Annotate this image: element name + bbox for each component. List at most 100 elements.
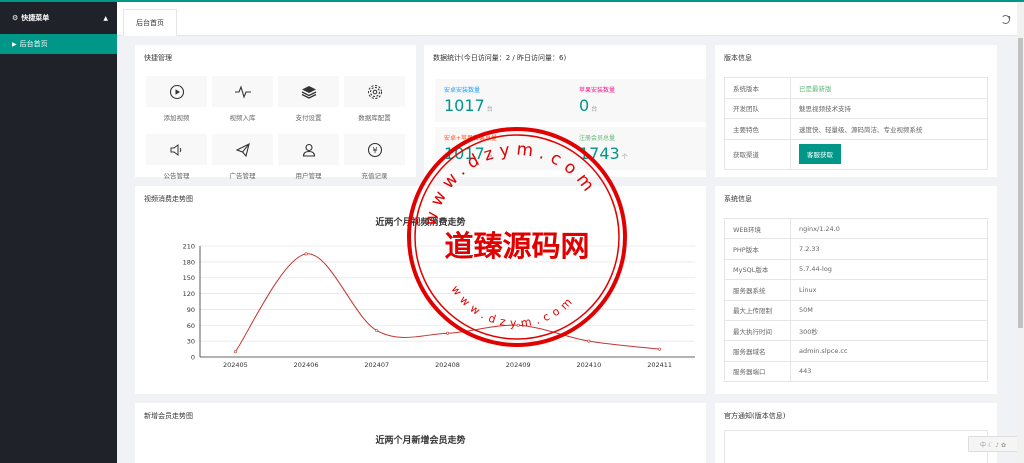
panel-title: 版本信息 xyxy=(724,54,752,62)
data-point xyxy=(658,347,662,351)
y-tick-label: 120 xyxy=(183,290,195,298)
gear-icon: ⚙ xyxy=(12,14,19,22)
chart-title: 近两个月新增会员走势 xyxy=(375,436,466,446)
series-line xyxy=(234,253,660,353)
y-tick-label: 60 xyxy=(187,322,195,330)
version-info-panel: 版本信息 系统版本 已是最新版 开发团队 魅思视频技术支持 主要特色 速度快、轻量级、… xyxy=(715,45,997,177)
stat-value: 1017 xyxy=(444,144,485,163)
stat-apple-installs: 苹果安装数量 0台 xyxy=(570,79,706,122)
panel-title: 数据统计(今日访问量：2 / 昨日访问量：6) xyxy=(433,54,567,62)
x-tick-label: 202407 xyxy=(364,361,389,369)
stat-unit: 台 xyxy=(486,106,493,113)
stat-value: 1743 xyxy=(579,144,620,163)
version-status: 已是最新版 xyxy=(790,77,988,99)
stat-android-installs: 安卓安装数量 1017 台 xyxy=(435,79,571,122)
table-row: 最大上传限制 50M xyxy=(724,299,988,321)
official-notice-panel: 官方通知(版本信息) xyxy=(715,403,997,463)
video-consumption-panel: 视频消费走势图 近两个月视频消费走势 0 30 60 90 120 150 180 210 20… xyxy=(135,186,706,394)
panel-title: 系统信息 xyxy=(724,195,752,203)
table-row: 主要特色 速度快、轻量级、源码简洁、专业视频系统 xyxy=(724,118,988,140)
version-table: 系统版本 已是最新版 开发团队 魅思视频技术支持 主要特色 速度快、轻量级、源码简洁、… xyxy=(724,77,988,170)
data-point xyxy=(516,323,520,327)
x-tick-label: 202408 xyxy=(435,361,460,369)
quick-item-users[interactable]: 用户管理 xyxy=(278,134,339,180)
tab-bar: 后台首页 xyxy=(117,2,1024,36)
stat-total-installs: 安卓+苹果安装总量 1017 台 xyxy=(435,127,571,170)
y-tick-label: 30 xyxy=(187,338,195,346)
quick-item-announcements[interactable]: 公告管理 xyxy=(146,134,207,180)
table-row: 最大执行时间 300秒 xyxy=(724,319,988,342)
x-tick-label: 202405 xyxy=(223,361,248,369)
x-tick-label: 202410 xyxy=(577,361,602,369)
quick-management-panel: 快捷管理 添加视频 视频入库 支付设置 数据库配置 公告管理 广告管理 用户管理 xyxy=(135,45,416,180)
data-stats-panel: 数据统计(今日访问量：2 / 昨日访问量：6) 安卓安装数量 1017 台 苹果安… xyxy=(424,45,706,177)
quick-item-add-video[interactable]: 添加视频 xyxy=(146,76,207,122)
table-row: 系统版本 已是最新版 xyxy=(724,77,988,99)
sidebar: ⚙ 快捷菜单 ▲ ▶ 后台首页 xyxy=(0,2,117,463)
sidebar-item-label: 后台首页 xyxy=(19,40,48,48)
y-tick-label: 0 xyxy=(191,354,195,362)
panel-title: 新增会员走势图 xyxy=(144,412,193,420)
stat-label: 苹果安装数量 xyxy=(579,87,616,94)
system-info-table: WEB环境 nginx/1.24.0 PHP版本 7.2.33 MySQL版本 5.7.4… xyxy=(724,217,988,383)
quick-item-ads[interactable]: 广告管理 xyxy=(212,134,273,180)
stat-registered-members: 注册会员总量 1743 个 xyxy=(570,127,706,170)
play-icon xyxy=(169,84,184,99)
speaker-icon xyxy=(170,143,181,156)
video-consumption-chart: 0 30 60 90 120 150 180 210 202405 202406 202407 202… xyxy=(183,243,695,369)
sidebar-header[interactable]: ⚙ 快捷菜单 ▲ xyxy=(0,2,117,34)
x-tick-label: 202409 xyxy=(506,361,531,369)
y-tick-label: 180 xyxy=(183,258,195,266)
x-tick-label: 202406 xyxy=(294,361,319,369)
table-row: 开发团队 魅思视频技术支持 xyxy=(724,97,988,119)
y-tick-label: 90 xyxy=(187,306,195,314)
stat-value: 0 xyxy=(579,96,590,115)
y-tick-label: 210 xyxy=(183,243,195,251)
svg-text:¥: ¥ xyxy=(372,146,377,155)
sidebar-menu-title: 快捷菜单 xyxy=(21,14,50,22)
data-point xyxy=(375,329,379,333)
table-row: 服务器系统 Linux xyxy=(724,279,988,301)
stat-unit: 台 xyxy=(486,154,493,161)
stat-value: 1017 xyxy=(444,96,485,115)
table-row: 服务器端口 443 xyxy=(724,360,988,383)
collapse-arrow-icon[interactable]: ▲ xyxy=(103,15,108,22)
data-point xyxy=(304,252,308,256)
stat-label: 注册会员总量 xyxy=(579,135,616,142)
triangle-right-icon: ▶ xyxy=(12,40,17,48)
tab-label: 后台首页 xyxy=(136,19,164,27)
quick-item-recharge-records[interactable]: ¥ 充值记录 xyxy=(344,134,405,180)
panel-title: 官方通知(版本信息) xyxy=(724,412,786,420)
quick-item-video-import[interactable]: 视频入库 xyxy=(212,76,273,122)
sidebar-item-home[interactable]: ▶ 后台首页 xyxy=(0,34,117,54)
data-point xyxy=(445,331,449,335)
system-info-panel: 系统信息 WEB环境 nginx/1.24.0 PHP版本 7.2.33 MySQL版本… xyxy=(715,186,997,394)
new-members-panel: 新增会员走势图 近两个月新增会员走势 xyxy=(135,403,706,463)
paper-plane-icon xyxy=(235,142,250,157)
layers-icon xyxy=(301,85,316,99)
refresh-icon[interactable] xyxy=(1001,15,1010,24)
user-icon xyxy=(302,143,315,157)
notice-content-box xyxy=(724,430,988,463)
table-row: 服务器域名 admin.slpce.cc xyxy=(724,340,988,362)
corner-badge: 中 ☾ ♪ ✿ xyxy=(968,436,1018,452)
quick-item-database-config[interactable]: 数据库配置 xyxy=(344,76,405,122)
data-point xyxy=(587,339,591,343)
panel-title: 快捷管理 xyxy=(144,54,172,62)
stat-label: 安卓+苹果安装总量 xyxy=(444,135,498,142)
pulse-icon xyxy=(234,84,251,99)
x-tick-label: 202411 xyxy=(647,361,672,369)
table-row: WEB环境 nginx/1.24.0 xyxy=(724,217,988,240)
stat-unit: 台 xyxy=(591,106,598,113)
data-point xyxy=(233,350,237,354)
tab-home[interactable]: 后台首页 xyxy=(123,9,177,36)
yen-icon: ¥ xyxy=(367,142,382,157)
scrollbar-thumb[interactable] xyxy=(1018,38,1023,328)
page-scrollbar[interactable] xyxy=(1017,2,1024,463)
get-from-support-button[interactable]: 客服获取 xyxy=(799,144,841,164)
table-row: PHP版本 7.2.33 xyxy=(724,238,988,260)
y-tick-label: 150 xyxy=(183,274,195,282)
table-row: 获取渠道 客服获取 xyxy=(724,138,988,170)
quick-item-payment-settings[interactable]: 支付设置 xyxy=(278,76,339,122)
stat-label: 安卓安装数量 xyxy=(444,87,481,94)
